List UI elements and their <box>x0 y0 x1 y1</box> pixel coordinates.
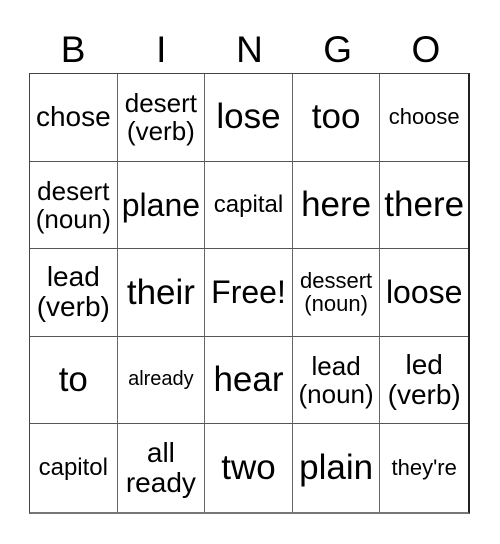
bingo-cell[interactable]: loose <box>380 249 468 337</box>
bingo-cell[interactable]: lead (noun) <box>292 336 381 425</box>
header-letter-o: O <box>411 29 441 70</box>
bingo-cell[interactable]: too <box>292 74 381 162</box>
bingo-cell[interactable]: dessert (noun) <box>292 249 381 337</box>
header-letter-n: N <box>236 29 263 70</box>
bingo-cell[interactable]: all ready <box>118 424 206 512</box>
header-letter-b: B <box>60 29 86 70</box>
bingo-cell[interactable]: to <box>30 336 118 425</box>
bingo-cell[interactable]: led (verb) <box>380 337 468 425</box>
bingo-header: B I N G O <box>29 30 470 70</box>
bingo-cell[interactable]: they're <box>380 424 468 512</box>
bingo-cell[interactable]: there <box>380 162 468 250</box>
bingo-cell[interactable]: desert (verb) <box>117 74 206 162</box>
bingo-cell[interactable]: choose <box>380 74 468 162</box>
header-letter-i: I <box>156 29 167 70</box>
bingo-cell[interactable]: capital <box>205 161 293 250</box>
bingo-cell[interactable]: plain <box>293 424 381 512</box>
bingo-cell[interactable]: two <box>205 424 293 512</box>
bingo-cell[interactable]: already <box>117 336 206 425</box>
free-space-cell[interactable]: Free! <box>205 249 293 337</box>
bingo-cell[interactable]: chose <box>30 74 118 162</box>
bingo-cell[interactable]: capitol <box>30 424 118 512</box>
bingo-cell[interactable]: hear <box>205 336 293 425</box>
bingo-cell[interactable]: plane <box>117 161 206 250</box>
bingo-cell[interactable]: lead (verb) <box>30 249 118 337</box>
bingo-cell[interactable]: here <box>292 161 381 250</box>
header-letter-g: G <box>323 29 353 70</box>
bingo-cell[interactable]: lose <box>205 74 293 162</box>
bingo-cell[interactable]: desert (noun) <box>30 161 118 250</box>
bingo-grid: chose desert (verb) lose too choose dese… <box>29 73 470 514</box>
bingo-cell[interactable]: their <box>117 249 206 337</box>
